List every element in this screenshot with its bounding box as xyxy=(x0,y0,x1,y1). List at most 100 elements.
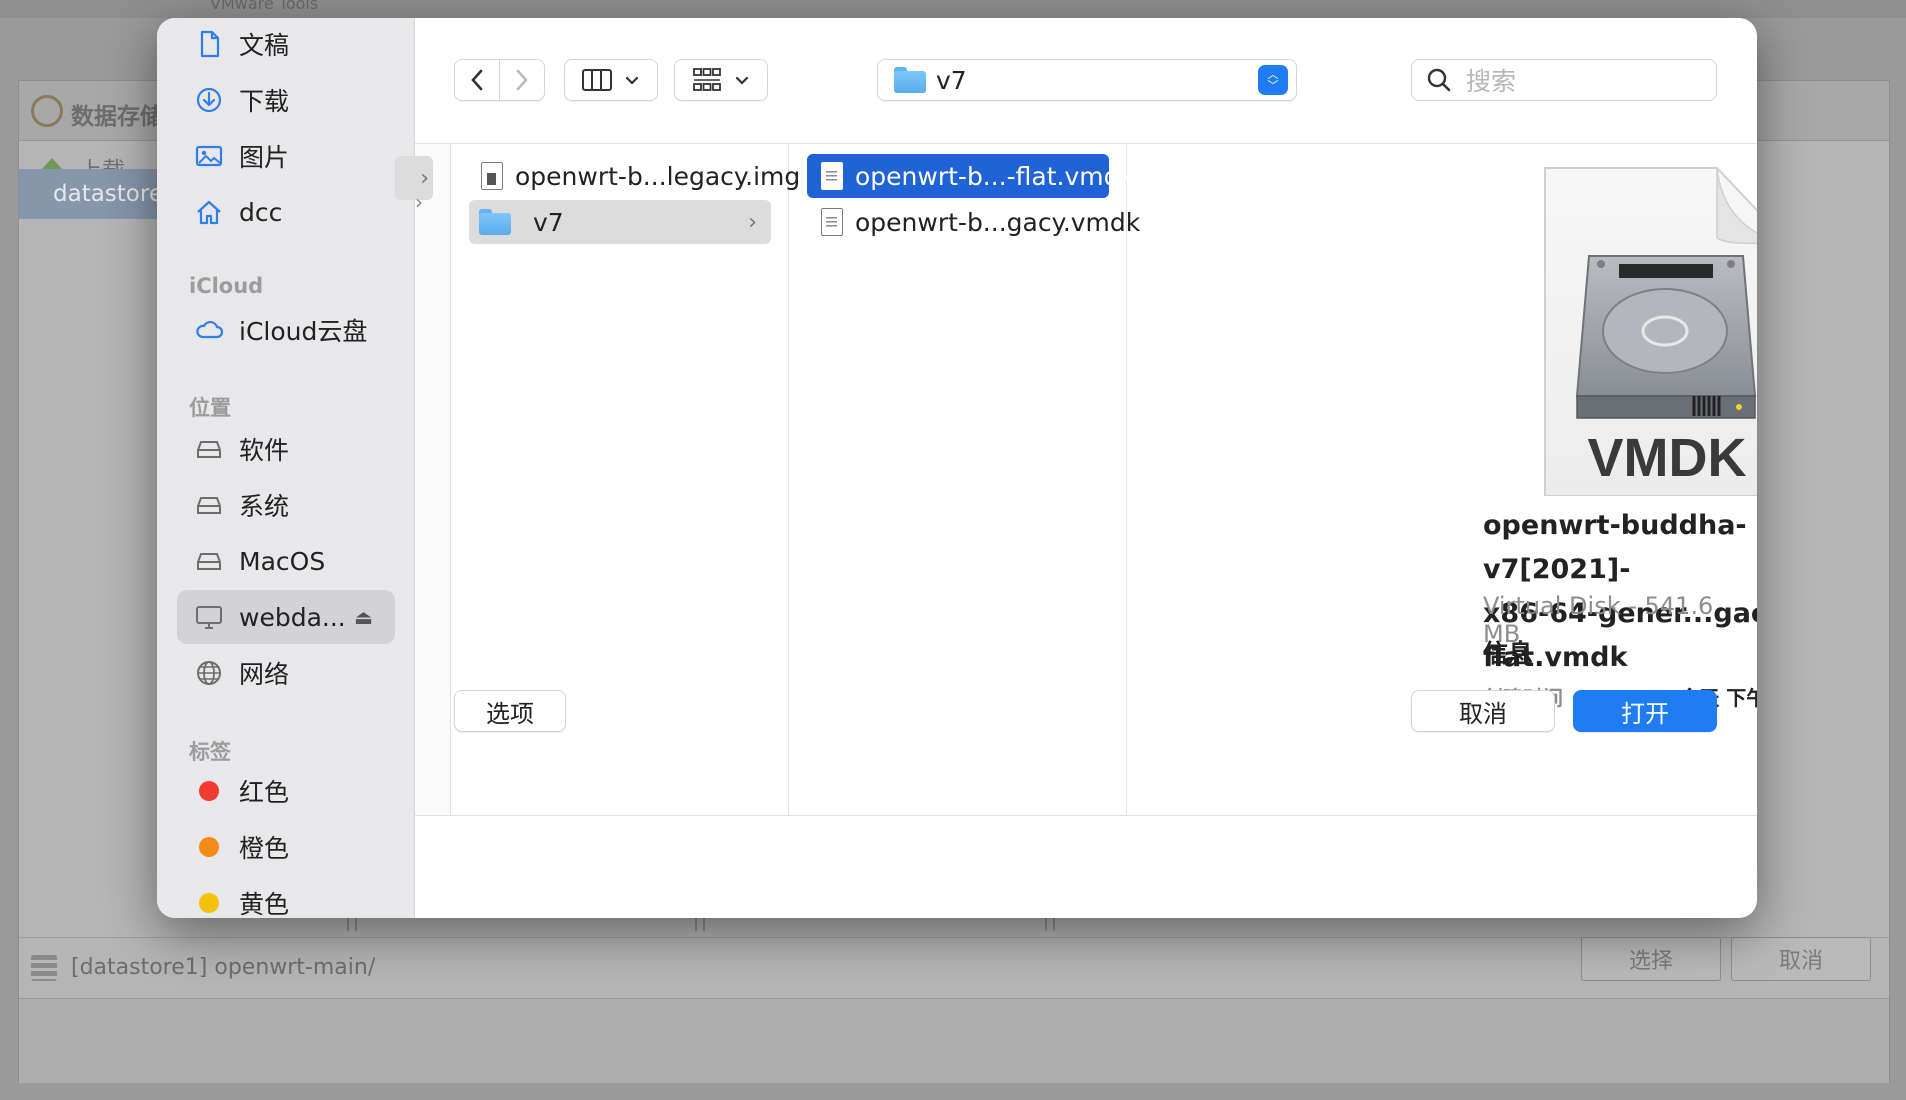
vmdk-document-icon: VMDK xyxy=(1544,167,1757,496)
column-resizer xyxy=(695,917,705,931)
column-0-partial[interactable]: › › xyxy=(395,144,451,815)
folder-icon-wrap xyxy=(479,209,521,235)
background-select-button: 选择 xyxy=(1581,937,1721,981)
forward-button[interactable] xyxy=(499,59,545,101)
background-top-strip: VMware Tools xyxy=(0,0,1906,18)
path-popup-button[interactable]: v7 ︿ ﹀ xyxy=(877,59,1297,101)
tag-dot-container xyxy=(193,831,225,863)
up-down-stepper-icon: ︿ ﹀ xyxy=(1258,65,1288,95)
cancel-button[interactable]: 取消 xyxy=(1411,690,1555,732)
photo-icon xyxy=(193,140,225,172)
group-by-button[interactable] xyxy=(674,59,768,101)
sidebar-item-label: 图片 xyxy=(239,143,290,172)
dialog-sidebar: 文稿 下载 图片 dcc iCloud iCloud云盘 位置 软件 系统 Ma… xyxy=(157,18,415,918)
sidebar-item-documents[interactable]: 文稿 xyxy=(177,18,395,71)
file-icon-wrap xyxy=(821,208,843,236)
folder-icon xyxy=(479,209,511,235)
list-item[interactable]: openwrt-b...gacy.vmdk xyxy=(807,200,1140,244)
background-top-text: VMware Tools xyxy=(210,0,319,13)
eject-icon[interactable]: ⏏ xyxy=(354,605,373,629)
sidebar-item-label: MacOS xyxy=(239,546,326,576)
monitor-icon xyxy=(193,601,225,633)
options-button[interactable]: 选项 xyxy=(454,690,566,732)
yellow-tag-dot-icon xyxy=(199,893,219,913)
sidebar-section-icloud: iCloud xyxy=(189,274,264,298)
sidebar-item-webdav[interactable]: webda... ⏏ xyxy=(177,590,395,644)
list-item[interactable]: openwrt-b...-flat.vmdk xyxy=(807,154,1134,198)
sidebar-item-downloads[interactable]: 下载 xyxy=(177,73,395,127)
sidebar-item-icloud-drive[interactable]: iCloud云盘 xyxy=(177,303,395,357)
background-window-title: 数据存储 xyxy=(71,104,163,130)
datastore-browser-icon xyxy=(31,95,63,127)
sidebar-item-macos[interactable]: MacOS xyxy=(177,534,395,588)
sidebar-section-tags: 标签 xyxy=(189,740,231,764)
file-icon-wrap xyxy=(821,162,843,190)
sidebar-item-label: 网络 xyxy=(239,660,290,689)
sidebar-item-label: 黄色 xyxy=(239,890,290,918)
sidebar-item-label: dcc xyxy=(239,197,283,227)
tag-dot-container xyxy=(193,775,225,807)
chevron-right-icon: › xyxy=(748,209,757,235)
path-popup-label: v7 xyxy=(936,65,967,95)
sidebar-item-pictures[interactable]: 图片 xyxy=(177,129,395,183)
sidebar-item-label: 橙色 xyxy=(239,834,290,863)
vmdk-badge-text: VMDK xyxy=(1588,428,1747,488)
drive-icon xyxy=(193,545,225,577)
open-file-dialog: 文稿 下载 图片 dcc iCloud iCloud云盘 位置 软件 系统 Ma… xyxy=(157,18,1757,918)
preview-file-name-line1: openwrt-buddha-v7[2021]- xyxy=(1483,510,1747,585)
chevron-left-icon xyxy=(471,69,483,91)
globe-icon xyxy=(193,657,225,689)
sidebar-tag-red[interactable]: 红色 xyxy=(177,764,395,818)
column-browser: › › openwrt-b...legacy.img v7 › openwrt-… xyxy=(395,143,1757,816)
list-item[interactable]: openwrt-b...legacy.img xyxy=(469,154,800,198)
grid-icon xyxy=(693,68,721,91)
columns-view-icon xyxy=(582,69,612,91)
sidebar-tag-yellow[interactable]: 黄色 xyxy=(177,876,395,918)
open-button[interactable]: 打开 xyxy=(1573,690,1717,732)
datastore-icon xyxy=(31,954,57,981)
sidebar-item-network[interactable]: 网络 xyxy=(177,646,395,700)
vmdk-file-icon xyxy=(821,208,843,236)
sidebar-item-label: 软件 xyxy=(239,436,290,465)
search-icon xyxy=(1427,68,1451,92)
sidebar-item-label: iCloud云盘 xyxy=(239,317,368,346)
cloud-icon xyxy=(193,314,225,346)
chevron-right-icon: › xyxy=(415,190,423,214)
search-placeholder: 搜索 xyxy=(1466,67,1517,96)
folder-name: v7 xyxy=(533,207,564,237)
home-icon xyxy=(193,196,225,228)
image-file-icon xyxy=(481,162,503,190)
download-icon xyxy=(193,84,225,116)
column-resizer xyxy=(1045,917,1055,931)
document-icon xyxy=(193,28,225,60)
file-icon-wrap xyxy=(481,162,503,190)
sidebar-item-label: 系统 xyxy=(239,492,290,521)
file-name: openwrt-b...-flat.vmdk xyxy=(855,161,1134,191)
chevron-down-icon xyxy=(735,76,749,85)
drive-icon xyxy=(193,433,225,465)
sidebar-item-label: 下载 xyxy=(239,87,290,116)
chevron-right-icon: › xyxy=(420,165,429,191)
sidebar-tag-orange[interactable]: 橙色 xyxy=(177,820,395,874)
background-footer xyxy=(19,998,1889,1083)
vmdk-file-icon xyxy=(821,162,843,190)
sidebar-item-label: webda... xyxy=(239,602,346,632)
sidebar-section-locations: 位置 xyxy=(189,396,231,420)
sidebar-item-label: 文稿 xyxy=(239,31,290,60)
sidebar-item-system[interactable]: 系统 xyxy=(177,478,395,532)
view-mode-button[interactable] xyxy=(564,59,658,101)
sidebar-item-software[interactable]: 软件 xyxy=(177,422,395,476)
list-item[interactable]: › xyxy=(395,156,433,200)
chevron-right-icon xyxy=(516,69,528,91)
red-tag-dot-icon xyxy=(199,781,219,801)
back-button[interactable] xyxy=(454,59,500,101)
sidebar-item-home[interactable]: dcc xyxy=(177,185,395,239)
search-field[interactable]: 搜索 xyxy=(1411,59,1717,101)
folder-icon xyxy=(894,67,926,93)
background-datastore-item: datastore1 xyxy=(19,169,178,219)
list-item[interactable]: v7 › xyxy=(469,200,771,244)
tag-dot-container xyxy=(193,887,225,918)
sidebar-item-label: 红色 xyxy=(239,778,290,807)
file-name: openwrt-b...gacy.vmdk xyxy=(855,207,1141,237)
background-status-path: [datastore1] openwrt-main/ xyxy=(71,955,376,980)
